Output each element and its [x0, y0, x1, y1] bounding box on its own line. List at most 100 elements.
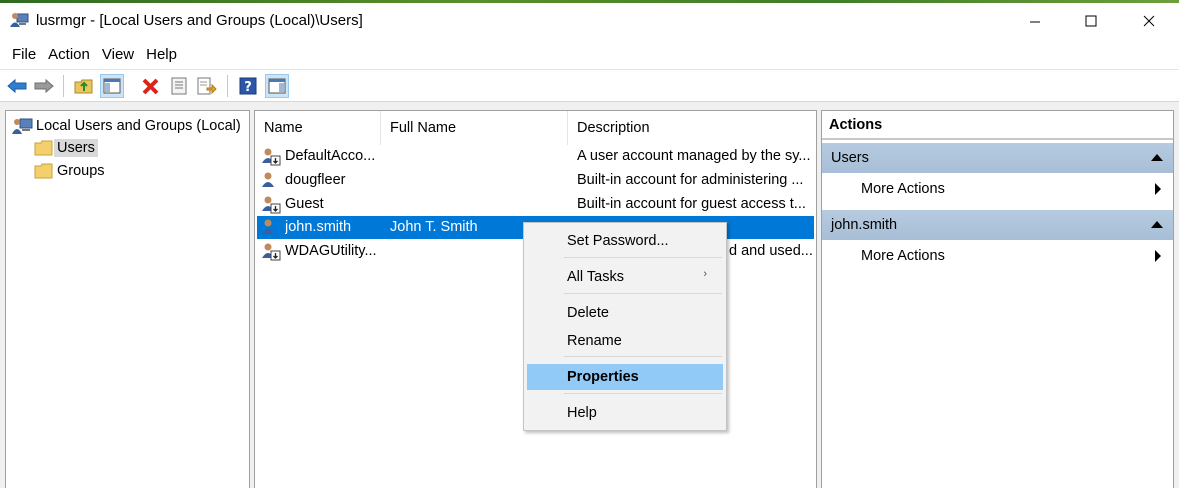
- cell-description: d and used...: [729, 243, 813, 259]
- toolbar-separator: [63, 75, 64, 97]
- title-bar: lusrmgr - [Local Users and Groups (Local…: [0, 3, 1179, 39]
- more-actions-label: More Actions: [861, 248, 945, 264]
- column-header-full-name-label: Full Name: [390, 120, 457, 136]
- close-icon: [1143, 15, 1155, 27]
- maximize-button[interactable]: [1063, 3, 1119, 39]
- table-row[interactable]: Guest Built-in account for guest access …: [257, 193, 814, 216]
- delete-button[interactable]: [139, 74, 163, 98]
- actions-group-john-smith[interactable]: john.smith: [822, 210, 1173, 240]
- tree-item-groups-label: Groups: [57, 163, 105, 179]
- cell-name: DefaultAcco...: [285, 148, 376, 164]
- ctx-delete-label: Delete: [567, 305, 609, 321]
- users-more-actions[interactable]: More Actions: [822, 174, 1173, 204]
- tree-root[interactable]: Local Users and Groups (Local): [11, 115, 244, 137]
- users-computer-icon: [12, 118, 33, 134]
- users-computer-icon: [10, 13, 29, 27]
- show-hide-action-pane-icon: [268, 78, 286, 94]
- svg-text:?: ?: [244, 80, 252, 95]
- cell-name: Guest: [285, 196, 324, 212]
- window-title: lusrmgr - [Local Users and Groups (Local…: [36, 12, 363, 29]
- ctx-set-password-label: Set Password...: [567, 233, 669, 249]
- cell-description: A user account managed by the sy...: [577, 148, 811, 164]
- actions-group-users[interactable]: Users: [822, 143, 1173, 173]
- maximize-icon: [1085, 15, 1097, 27]
- tree-item-users-label: Users: [54, 139, 98, 157]
- delete-icon: [142, 78, 159, 95]
- menu-file[interactable]: File: [6, 46, 42, 63]
- menu-bar: File Action View Help: [0, 41, 1179, 67]
- help-button[interactable]: ?: [236, 74, 260, 98]
- export-list-button[interactable]: [195, 74, 219, 98]
- properties-button[interactable]: [167, 74, 191, 98]
- user-icon: [262, 243, 281, 261]
- forward-button[interactable]: [32, 74, 56, 98]
- export-list-icon: [197, 77, 217, 95]
- more-actions-label: More Actions: [861, 181, 945, 197]
- console-tree: Local Users and Groups (Local) Users Gro…: [5, 110, 250, 488]
- collapse-icon[interactable]: [1151, 154, 1163, 161]
- cell-name: WDAGUtility...: [285, 243, 377, 259]
- actions-group-users-label: Users: [831, 150, 869, 166]
- cell-description: Built-in account for guest access t...: [577, 196, 806, 212]
- actions-group-john-smith-label: john.smith: [831, 217, 898, 233]
- submenu-arrow-icon: [1155, 183, 1161, 195]
- column-header-description-label: Description: [577, 120, 650, 136]
- ctx-rename[interactable]: Rename: [527, 328, 723, 354]
- menu-separator: [564, 257, 722, 258]
- close-button[interactable]: [1121, 3, 1177, 39]
- cell-name: john.smith: [285, 219, 352, 235]
- column-header-description[interactable]: Description: [568, 111, 816, 145]
- user-icon: [262, 196, 281, 214]
- context-menu: Set Password... All Tasks › Delete Renam…: [523, 222, 727, 431]
- actions-title: Actions: [822, 112, 1173, 140]
- user-icon: [262, 219, 274, 234]
- ctx-help-label: Help: [567, 405, 597, 421]
- back-arrow-icon: [7, 78, 27, 94]
- help-icon: ?: [239, 77, 257, 95]
- table-row[interactable]: DefaultAcco... A user account managed by…: [257, 145, 814, 168]
- toolbar: ?: [0, 69, 1179, 101]
- minimize-icon: [1030, 21, 1040, 23]
- minimize-button[interactable]: [1007, 3, 1063, 39]
- properties-icon: [171, 77, 187, 95]
- actions-pane: Actions Users More Actions john.smith Mo…: [821, 110, 1174, 488]
- ctx-set-password[interactable]: Set Password...: [527, 228, 723, 254]
- column-header-name-label: Name: [264, 120, 303, 136]
- tree-root-label: Local Users and Groups (Local): [36, 118, 241, 134]
- toolbar-separator: [227, 75, 228, 97]
- show-hide-action-pane-button[interactable]: [265, 74, 289, 98]
- ctx-all-tasks[interactable]: All Tasks ›: [527, 264, 723, 290]
- folder-icon: [34, 140, 53, 156]
- menu-action[interactable]: Action: [42, 46, 96, 63]
- column-header-name[interactable]: Name: [255, 111, 381, 145]
- up-one-level-button[interactable]: [72, 74, 96, 98]
- forward-arrow-icon: [34, 78, 54, 94]
- collapse-icon[interactable]: [1151, 221, 1163, 228]
- ctx-rename-label: Rename: [567, 333, 622, 349]
- menu-help[interactable]: Help: [140, 46, 183, 63]
- submenu-arrow-icon: [1155, 250, 1161, 262]
- tree-item-groups[interactable]: Groups: [34, 160, 108, 182]
- user-icon: [262, 172, 274, 187]
- menu-separator: [564, 293, 722, 294]
- ctx-help[interactable]: Help: [527, 400, 723, 426]
- menu-view[interactable]: View: [96, 46, 140, 63]
- menu-separator: [564, 356, 722, 357]
- show-hide-console-tree-icon: [103, 78, 121, 94]
- cell-description: Built-in account for administering ...: [577, 172, 804, 188]
- show-hide-console-tree-button[interactable]: [100, 74, 124, 98]
- submenu-chevron-icon: ›: [703, 268, 707, 280]
- john-smith-more-actions[interactable]: More Actions: [822, 241, 1173, 271]
- up-folder-icon: [74, 79, 93, 94]
- menu-separator: [564, 393, 722, 394]
- ctx-delete[interactable]: Delete: [527, 300, 723, 326]
- ctx-properties[interactable]: Properties: [527, 364, 723, 390]
- table-row[interactable]: dougfleer Built-in account for administe…: [257, 169, 814, 192]
- cell-name: dougfleer: [285, 172, 346, 188]
- ctx-properties-label: Properties: [567, 369, 639, 385]
- folder-icon: [34, 163, 53, 179]
- column-header-full-name[interactable]: Full Name: [381, 111, 568, 145]
- tree-item-users[interactable]: Users: [34, 137, 98, 159]
- ctx-all-tasks-label: All Tasks: [567, 269, 624, 285]
- back-button[interactable]: [5, 74, 29, 98]
